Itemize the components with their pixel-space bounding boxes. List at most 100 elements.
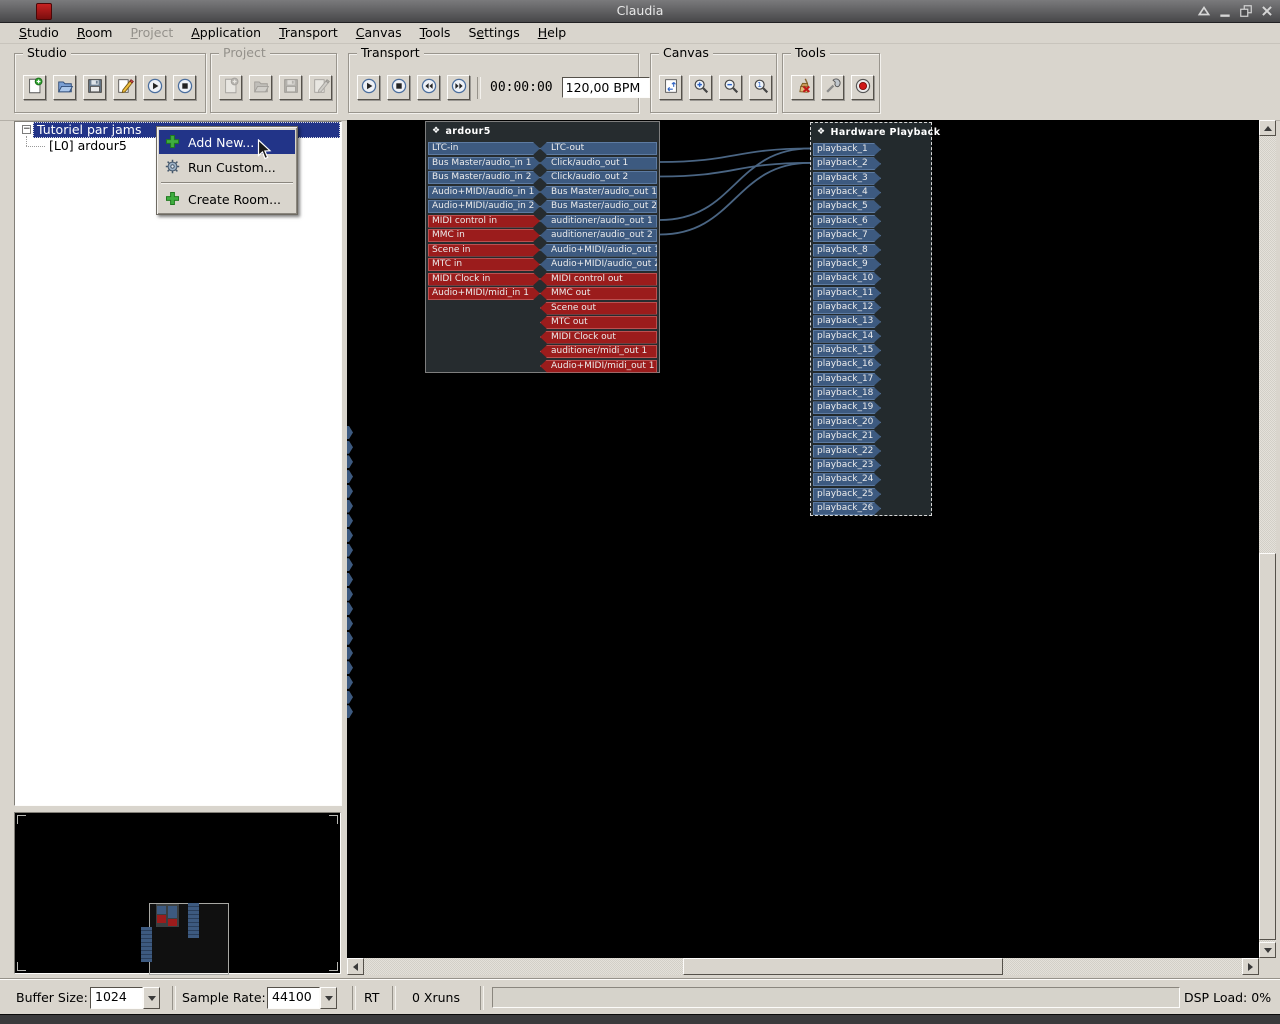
minimize-icon[interactable] (1218, 4, 1232, 18)
node-header[interactable]: ❖ardour5 (426, 122, 659, 141)
sample-rate-combo[interactable]: 44100 (267, 987, 337, 1009)
studio-rename-button[interactable] (113, 75, 136, 100)
port-playback-5[interactable]: playback_5 (813, 200, 881, 213)
scroll-up-icon[interactable] (1259, 120, 1276, 136)
studio-save-button[interactable] (83, 75, 106, 100)
port-mmc-out[interactable]: MMC out (540, 287, 657, 300)
port-playback-3[interactable]: playback_3 (813, 172, 881, 185)
port-ltc-out[interactable]: LTC-out (540, 142, 657, 155)
canvas-zoom-out-button[interactable] (719, 75, 742, 100)
restore-icon[interactable] (1239, 4, 1253, 18)
port-playback-1[interactable]: playback_1 (813, 143, 881, 156)
chevron-down-icon[interactable] (320, 987, 337, 1009)
horizontal-scrollbar[interactable] (347, 958, 1259, 975)
menu-room[interactable]: Room (68, 23, 122, 42)
transport-backwards-button[interactable] (417, 75, 440, 100)
chevron-down-icon[interactable] (143, 987, 160, 1009)
transport-stop-button[interactable] (387, 75, 410, 100)
port-mtc-out[interactable]: MTC out (540, 316, 657, 329)
buffer-size-combo[interactable]: 1024 (90, 987, 160, 1009)
port-playback-17[interactable]: playback_17 (813, 373, 881, 386)
studio-start-button[interactable] (143, 75, 166, 100)
node-ardour5[interactable]: ❖ardour5LTC-inBus Master/audio_in 1Bus M… (425, 121, 660, 373)
port-playback-2[interactable]: playback_2 (813, 157, 881, 170)
port-click-audio-out-1[interactable]: Click/audio_out 1 (540, 157, 657, 170)
transport-play-button[interactable] (357, 75, 380, 100)
port-click-audio-out-2[interactable]: Click/audio_out 2 (540, 171, 657, 184)
canvas-zoom-100-button[interactable]: 1 (749, 75, 772, 100)
port-playback-11[interactable]: playback_11 (813, 287, 881, 300)
port-playback-13[interactable]: playback_13 (813, 315, 881, 328)
menu-help[interactable]: Help (529, 23, 576, 42)
port-playback-14[interactable]: playback_14 (813, 330, 881, 343)
close-icon[interactable] (1260, 4, 1274, 18)
scroll-down-icon[interactable] (1259, 942, 1276, 958)
titlebar[interactable]: Claudia (0, 0, 1280, 23)
connection-wire[interactable] (660, 163, 810, 235)
port-playback-7[interactable]: playback_7 (813, 229, 881, 242)
port-audio-midi-audio-in-1[interactable]: Audio+MIDI/audio_in 1 (428, 186, 540, 199)
studio-new-button[interactable] (23, 75, 46, 100)
port-bus-master-audio-in-2[interactable]: Bus Master/audio_in 2 (428, 171, 540, 184)
port-playback-4[interactable]: playback_4 (813, 186, 881, 199)
scroll-right-icon[interactable] (1242, 958, 1259, 975)
tools-record-button[interactable] (851, 75, 874, 100)
studio-tree-panel[interactable]: −Tutoriel par jams[L0] ardour5 (14, 121, 342, 806)
port-mmc-in[interactable]: MMC in (428, 229, 540, 242)
port-scene-out[interactable]: Scene out (540, 302, 657, 315)
port-audio-midi-midi-in-1[interactable]: Audio+MIDI/midi_in 1 (428, 287, 540, 300)
menu-transport[interactable]: Transport (270, 23, 347, 42)
menu-settings[interactable]: Settings (459, 23, 528, 42)
port-playback-26[interactable]: playback_26 (813, 502, 881, 515)
patchbay-canvas[interactable]: ❖ardour5LTC-inBus Master/audio_in 1Bus M… (347, 120, 1259, 958)
menu-application[interactable]: Application (182, 23, 270, 42)
port-playback-18[interactable]: playback_18 (813, 387, 881, 400)
port-audio-midi-midi-out-1[interactable]: Audio+MIDI/midi_out 1 (540, 360, 657, 373)
port-midi-clock-out[interactable]: MIDI Clock out (540, 331, 657, 344)
port-audio-midi-audio-out-2[interactable]: Audio+MIDI/audio_out 2 (540, 258, 657, 271)
port-auditioner-audio-out-2[interactable]: auditioner/audio_out 2 (540, 229, 657, 242)
vertical-scrollbar[interactable] (1259, 120, 1276, 958)
port-playback-22[interactable]: playback_22 (813, 445, 881, 458)
connection-wire[interactable] (660, 149, 810, 221)
context-menu-create-room[interactable]: Create Room... (159, 187, 295, 211)
port-playback-16[interactable]: playback_16 (813, 358, 881, 371)
port-bus-master-audio-in-1[interactable]: Bus Master/audio_in 1 (428, 157, 540, 170)
vertical-scroll-thumb[interactable] (1259, 553, 1276, 940)
port-playback-9[interactable]: playback_9 (813, 258, 881, 271)
connection-wire[interactable] (660, 149, 810, 163)
node-hardware-playback[interactable]: ❖Hardware Playbackplayback_1playback_2pl… (810, 122, 932, 516)
scroll-left-icon[interactable] (347, 958, 364, 975)
port-playback-21[interactable]: playback_21 (813, 430, 881, 443)
port-midi-control-in[interactable]: MIDI control in (428, 215, 540, 228)
port-ltc-in[interactable]: LTC-in (428, 142, 540, 155)
port-playback-25[interactable]: playback_25 (813, 488, 881, 501)
port-playback-8[interactable]: playback_8 (813, 244, 881, 257)
port-playback-19[interactable]: playback_19 (813, 401, 881, 414)
port-audio-midi-audio-in-2[interactable]: Audio+MIDI/audio_in 2 (428, 200, 540, 213)
tree-expander-icon[interactable]: − (22, 125, 31, 134)
port-playback-20[interactable]: playback_20 (813, 416, 881, 429)
bpm-input[interactable] (562, 77, 650, 98)
port-midi-clock-in[interactable]: MIDI Clock in (428, 273, 540, 286)
port-mtc-in[interactable]: MTC in (428, 258, 540, 271)
menu-studio[interactable]: Studio (10, 23, 68, 42)
menu-tools[interactable]: Tools (411, 23, 460, 42)
studio-stop-button[interactable] (173, 75, 196, 100)
port-playback-10[interactable]: playback_10 (813, 272, 881, 285)
port-playback-23[interactable]: playback_23 (813, 459, 881, 472)
tools-configure-button[interactable] (821, 75, 844, 100)
transport-forwards-button[interactable] (447, 75, 470, 100)
port-auditioner-audio-out-1[interactable]: auditioner/audio_out 1 (540, 215, 657, 228)
port-bus-master-audio-out-2[interactable]: Bus Master/audio_out 2 (540, 200, 657, 213)
tools-clear-xruns-button[interactable] (791, 75, 814, 100)
canvas-zoom-in-button[interactable] (689, 75, 712, 100)
studio-open-button[interactable] (53, 75, 76, 100)
port-auditioner-midi-out-1[interactable]: auditioner/midi_out 1 (540, 345, 657, 358)
node-header[interactable]: ❖Hardware Playback (811, 123, 931, 142)
port-playback-6[interactable]: playback_6 (813, 215, 881, 228)
shade-icon[interactable] (1197, 4, 1211, 18)
port-playback-24[interactable]: playback_24 (813, 473, 881, 486)
port-playback-15[interactable]: playback_15 (813, 344, 881, 357)
port-audio-midi-audio-out-1[interactable]: Audio+MIDI/audio_out 1 (540, 244, 657, 257)
